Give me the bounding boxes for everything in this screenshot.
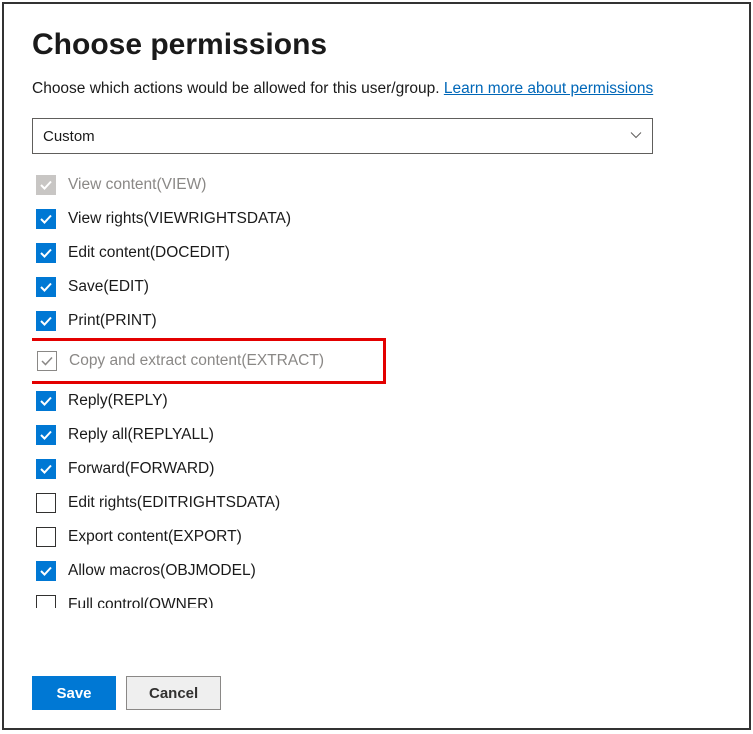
dropdown-selected-value: Custom [43, 128, 95, 145]
permission-label: Save(EDIT) [68, 278, 149, 296]
permission-checkbox [36, 175, 56, 195]
permission-checkbox[interactable] [36, 527, 56, 547]
subtitle-text: Choose which actions would be allowed fo… [32, 80, 444, 97]
permission-row: Print(PRINT) [32, 304, 721, 338]
permission-checkbox[interactable] [36, 493, 56, 513]
permission-label: Export content(EXPORT) [68, 528, 242, 546]
permission-checkbox[interactable] [36, 459, 56, 479]
permission-row: Edit content(DOCEDIT) [32, 236, 721, 270]
permission-label: Reply(REPLY) [68, 392, 168, 410]
permission-row: View content(VIEW) [32, 168, 721, 202]
cancel-button[interactable]: Cancel [126, 676, 221, 710]
highlighted-permission: Copy and extract content(EXTRACT) [32, 338, 386, 384]
permission-row: Full control(OWNER) [32, 588, 721, 608]
permission-label: Reply all(REPLYALL) [68, 426, 214, 444]
permission-checkbox[interactable] [36, 311, 56, 331]
permission-checkbox[interactable] [36, 209, 56, 229]
permissions-list: View content(VIEW) View rights(VIEWRIGHTS… [32, 168, 721, 660]
permission-set-dropdown[interactable]: Custom [32, 118, 653, 154]
permission-row: Forward(FORWARD) [32, 452, 721, 486]
save-button[interactable]: Save [32, 676, 116, 710]
subtitle: Choose which actions would be allowed fo… [32, 80, 721, 98]
permission-label: Forward(FORWARD) [68, 460, 214, 478]
permission-row: Reply(REPLY) [32, 384, 721, 418]
learn-more-link[interactable]: Learn more about permissions [444, 80, 653, 97]
permission-checkbox[interactable] [36, 425, 56, 445]
permission-label: Edit content(DOCEDIT) [68, 244, 230, 262]
permission-checkbox[interactable] [37, 351, 57, 371]
permission-row: View rights(VIEWRIGHTSDATA) [32, 202, 721, 236]
permission-row: Edit rights(EDITRIGHTSDATA) [32, 486, 721, 520]
permission-row: Export content(EXPORT) [32, 520, 721, 554]
permission-checkbox[interactable] [36, 561, 56, 581]
permission-row: Allow macros(OBJMODEL) [32, 554, 721, 588]
permission-label: View content(VIEW) [68, 176, 206, 194]
permission-label: Print(PRINT) [68, 312, 157, 330]
permission-checkbox[interactable] [36, 277, 56, 297]
permission-row: Reply all(REPLYALL) [32, 418, 721, 452]
permission-label: Edit rights(EDITRIGHTSDATA) [68, 494, 280, 512]
permission-row: Copy and extract content(EXTRACT) [33, 344, 381, 378]
permission-label: Copy and extract content(EXTRACT) [69, 352, 324, 370]
footer-buttons: Save Cancel [32, 660, 721, 710]
permission-label: Full control(OWNER) [68, 596, 214, 608]
page-title: Choose permissions [32, 28, 721, 62]
permission-label: Allow macros(OBJMODEL) [68, 562, 256, 580]
permission-label: View rights(VIEWRIGHTSDATA) [68, 210, 291, 228]
chevron-down-icon [630, 128, 642, 145]
permission-row: Save(EDIT) [32, 270, 721, 304]
permission-checkbox[interactable] [36, 243, 56, 263]
permission-checkbox[interactable] [36, 595, 56, 608]
permissions-panel: Choose permissions Choose which actions … [2, 2, 751, 730]
permission-checkbox[interactable] [36, 391, 56, 411]
